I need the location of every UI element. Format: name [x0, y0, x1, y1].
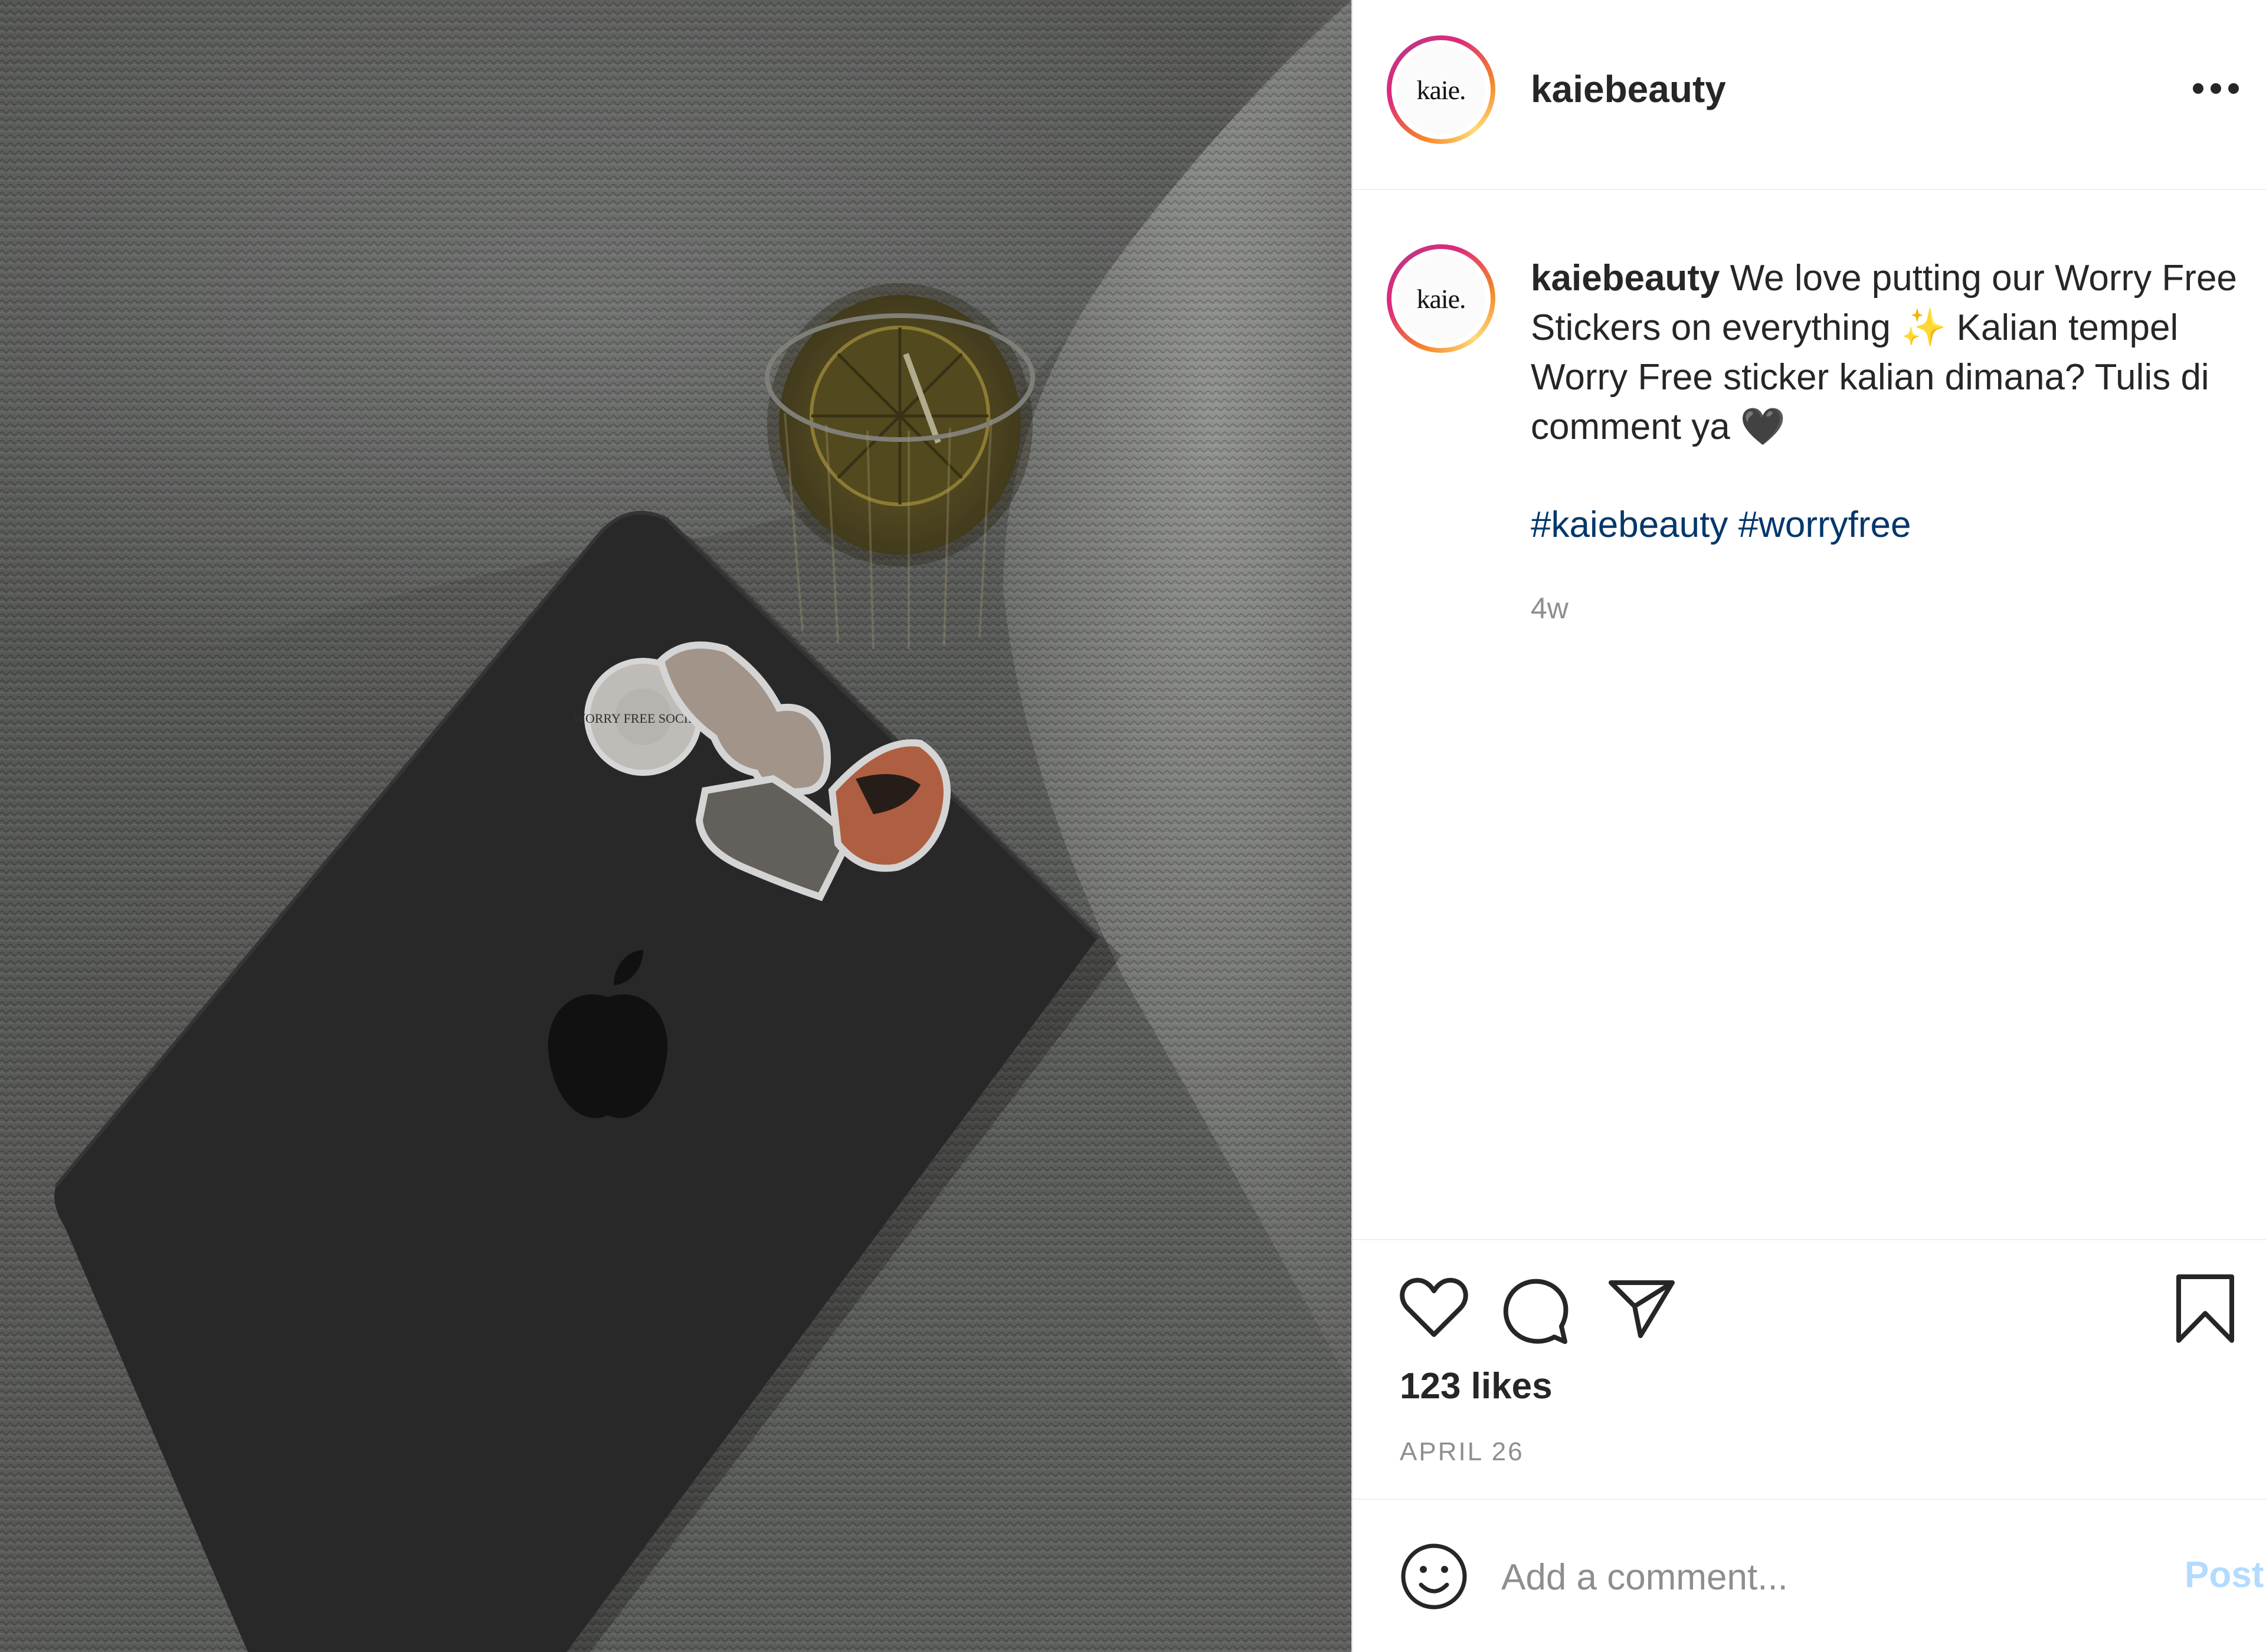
more-options-icon[interactable]: [2189, 77, 2242, 100]
caption-avatar-logo: kaie.: [1396, 254, 1486, 343]
likes-count[interactable]: 123 likes: [1400, 1365, 1553, 1407]
hashtag-link[interactable]: #kaiebeauty: [1531, 504, 1728, 545]
caption-text: kaiebeauty We love putting our Worry Fre…: [1531, 254, 2239, 452]
comment-bubble-icon[interactable]: [1500, 1276, 1571, 1346]
caption-block: kaie. kaiebeauty We love putting our Wor…: [1353, 190, 2266, 1240]
post-date[interactable]: APRIL 26: [1400, 1437, 1524, 1467]
comment-input[interactable]: [1500, 1541, 2093, 1613]
paper-plane-icon[interactable]: [1606, 1276, 1677, 1340]
heart-icon[interactable]: [1399, 1276, 1469, 1340]
caption-avatar[interactable]: kaie.: [1387, 244, 1495, 353]
comment-bar: Post: [1353, 1499, 2266, 1652]
action-bar: 123 likes APRIL 26: [1353, 1239, 2266, 1499]
emoji-smile-icon[interactable]: [1399, 1541, 1469, 1612]
header-username[interactable]: kaiebeauty: [1531, 67, 1726, 111]
post-header: kaie. kaiebeauty: [1353, 0, 2266, 190]
instagram-post: WORRY FREE SOCIETY kaie. k: [0, 0, 2266, 1652]
caption-time-ago[interactable]: 4w: [1531, 591, 1568, 625]
bookmark-icon[interactable]: [2173, 1272, 2238, 1345]
avatar[interactable]: kaie.: [1387, 35, 1495, 144]
caption-username[interactable]: kaiebeauty: [1531, 258, 1720, 299]
post-comment-button[interactable]: Post: [2185, 1554, 2264, 1596]
post-details-panel: kaie. kaiebeauty kaie. kaiebeauty We lov…: [1351, 0, 2266, 1652]
hashtag-link[interactable]: #worryfree: [1738, 504, 1911, 545]
post-photo[interactable]: WORRY FREE SOCIETY: [0, 0, 1351, 1652]
avatar-logo: kaie.: [1396, 45, 1486, 135]
hashtags: #kaiebeauty #worryfree: [1531, 500, 1911, 550]
photo-illustration: WORRY FREE SOCIETY: [0, 0, 1351, 1652]
